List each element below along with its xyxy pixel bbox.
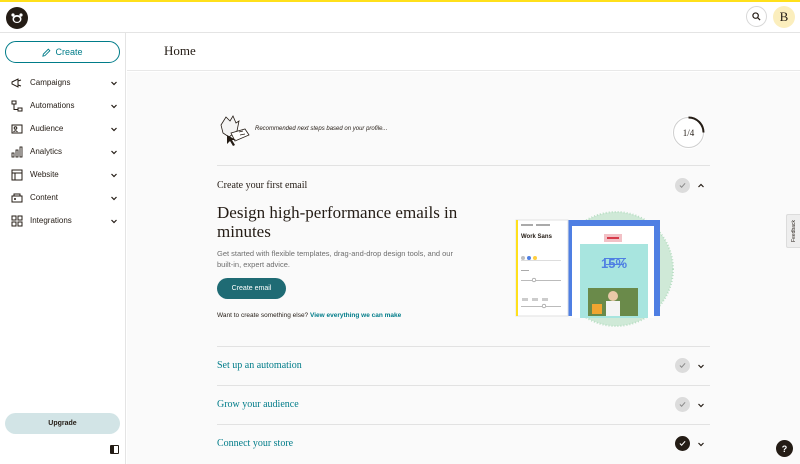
create-email-button[interactable]: Create email [217,278,286,299]
email-heading: Design high-performance emails in minute… [217,203,458,241]
content-icon [11,192,23,204]
bar-chart-icon [11,146,23,158]
feedback-tab[interactable]: Feedback [786,214,800,248]
font-name-label: Work Sans [521,234,552,240]
alt-create-text: Want to create something else? View ever… [217,312,401,319]
top-bar: B [0,2,800,33]
search-button[interactable] [746,6,767,27]
sidebar-item-website[interactable]: Website [0,163,126,186]
automation-flow-icon [11,100,23,112]
sidebar-item-label: Analytics [30,147,63,156]
step-title[interactable]: Create your first email [217,180,307,191]
search-icon [752,12,761,21]
chevron-down-icon [110,125,118,133]
recommendation-header: Recommended next steps based on your pro… [217,110,710,166]
collapse-sidebar-icon[interactable] [110,445,119,454]
step-title[interactable]: Grow your audience [217,399,299,410]
check-icon [675,397,690,412]
progress-ring: 1/4 [672,116,705,149]
sidebar-item-label: Content [30,193,59,202]
pencil-icon [42,48,51,57]
grid-icon [11,215,23,227]
sidebar-item-label: Audience [30,124,64,133]
chevron-down-icon [110,171,118,179]
chevron-down-icon [110,102,118,110]
sidebar-item-label: Campaigns [30,78,71,87]
audience-icon [11,123,23,135]
sidebar: Create Campaigns Automations Audience An… [0,33,126,464]
chevron-down-icon [110,79,118,87]
help-button[interactable]: ? [776,440,793,457]
check-icon [675,436,690,451]
feedback-label: Feedback [790,220,797,242]
promo-percent-label: 15% [600,256,628,271]
website-icon [11,169,23,181]
chevron-down-icon[interactable] [697,401,705,409]
sidebar-item-integrations[interactable]: Integrations [0,209,126,232]
sidebar-item-label: Integrations [30,216,72,225]
step-title[interactable]: Set up an automation [217,360,302,371]
step-store: Connect your store [217,425,710,464]
step-audience: Grow your audience [217,386,710,425]
chevron-down-icon[interactable] [697,440,705,448]
progress-label: 1/4 [682,127,695,138]
sidebar-item-automations[interactable]: Automations [0,94,126,117]
sidebar-item-campaigns[interactable]: Campaigns [0,71,126,94]
recommendation-text: Recommended next steps based on your pro… [255,126,388,132]
check-icon [675,358,690,373]
sidebar-item-label: Website [30,170,59,179]
page-title: Home [164,43,196,58]
chevron-up-icon[interactable] [697,182,705,190]
chevron-down-icon [110,217,118,225]
email-description: Get started with flexible templates, dra… [217,249,453,269]
view-everything-link[interactable]: View everything we can make [310,312,401,319]
step-title[interactable]: Connect your store [217,438,293,449]
page-header: Home [127,33,800,71]
pointing-hand-illustration-icon [220,115,250,146]
sidebar-item-audience[interactable]: Audience [0,117,126,140]
sidebar-item-analytics[interactable]: Analytics [0,140,126,163]
sidebar-item-label: Automations [30,101,75,110]
alt-create-prefix: Want to create something else? [217,312,309,319]
chevron-down-icon[interactable] [697,362,705,370]
email-builder-illustration: Work Sans 15% [514,204,676,334]
check-icon [675,178,690,193]
chevron-down-icon [110,194,118,202]
step-automation: Set up an automation [217,347,710,386]
chevron-down-icon [110,148,118,156]
sidebar-nav: Campaigns Automations Audience Analytics [0,71,126,232]
megaphone-icon [11,77,23,89]
user-avatar[interactable]: B [773,6,795,28]
create-button[interactable]: Create [5,41,120,63]
create-button-label: Create [55,47,83,57]
sidebar-item-content[interactable]: Content [0,186,126,209]
mailchimp-logo-icon[interactable] [6,7,28,29]
upgrade-button[interactable]: Upgrade [5,413,120,434]
